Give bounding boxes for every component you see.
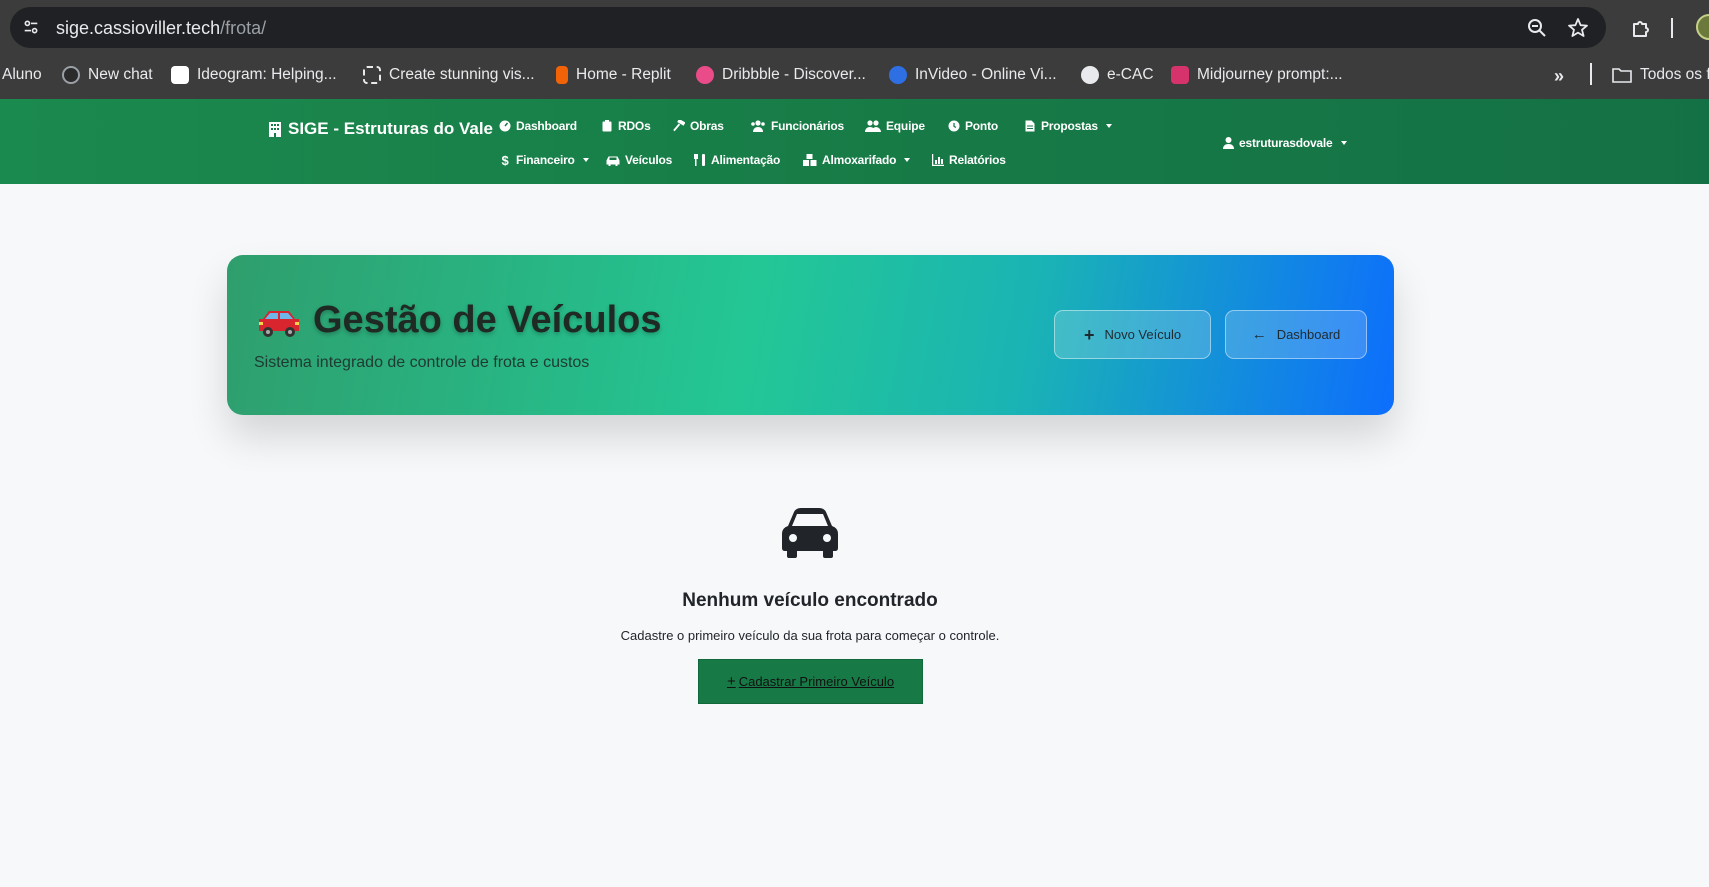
nav-propostas[interactable]: Propostas — [1024, 119, 1112, 133]
midjourney-icon — [1171, 66, 1189, 84]
file-icon — [1024, 120, 1036, 132]
car-icon — [606, 154, 620, 166]
new-vehicle-button[interactable]: + Novo Veículo — [1054, 310, 1211, 359]
nav-veiculos[interactable]: Veículos — [606, 153, 672, 167]
car-icon — [782, 508, 838, 558]
openai-icon — [62, 66, 80, 84]
clock-icon — [948, 120, 960, 132]
frame-icon — [363, 66, 381, 84]
app-navbar: SIGE - Estruturas do Vale Dashboard RDOs… — [0, 99, 1709, 184]
nav-alimentacao[interactable]: Alimentação — [694, 153, 780, 167]
clipboard-icon — [601, 120, 613, 132]
address-bar[interactable]: sige.cassioviller.tech/frota/ — [10, 7, 1606, 48]
invideo-icon — [889, 66, 907, 84]
page-title-text: Gestão de Veículos — [313, 299, 662, 341]
red-car-icon — [257, 306, 299, 337]
ideogram-icon — [171, 66, 189, 84]
replit-icon — [556, 66, 568, 84]
more-bookmarks-icon[interactable]: » — [1554, 66, 1564, 87]
plus-icon: + — [726, 673, 736, 690]
bookmark-item[interactable]: Aluno — [2, 64, 42, 86]
all-bookmarks-folder[interactable]: Todos os f — [1612, 64, 1709, 86]
bookmark-star-icon[interactable] — [1567, 17, 1589, 39]
chart-icon — [932, 154, 944, 166]
bookmark-item[interactable]: Create stunning vis... — [363, 64, 535, 86]
nav-financeiro[interactable]: $ Financeiro — [499, 152, 589, 168]
bookmark-item[interactable]: Ideogram: Helping... — [171, 64, 337, 86]
bookmark-item[interactable]: Dribbble - Discover... — [696, 64, 866, 86]
page-header-card: Gestão de Veículos Sistema integrado de … — [227, 255, 1394, 415]
chevron-down-icon — [1105, 124, 1112, 128]
site-settings-icon[interactable] — [22, 18, 40, 36]
boxes-icon — [803, 154, 817, 166]
nav-dashboard[interactable]: Dashboard — [499, 119, 577, 133]
users-icon — [750, 120, 766, 132]
url-text[interactable]: sige.cassioviller.tech/frota/ — [56, 18, 266, 39]
bookmarks-bar: Aluno New chat Ideogram: Helping... Crea… — [0, 56, 1709, 92]
chevron-down-icon — [904, 158, 911, 162]
nav-rdos[interactable]: RDOs — [601, 119, 651, 133]
utensils-icon — [694, 154, 706, 166]
bookmark-item[interactable]: Home - Replit — [556, 64, 671, 86]
gauge-icon — [499, 120, 511, 132]
bookmarks-divider — [1590, 63, 1592, 85]
back-dashboard-button[interactable]: ← Dashboard — [1225, 310, 1367, 359]
chevron-down-icon — [582, 158, 589, 162]
hammer-icon — [673, 120, 685, 132]
empty-state-text: Cadastre o primeiro veículo da sua frota… — [620, 628, 1000, 643]
user-group-icon — [865, 120, 881, 132]
brand-name: SIGE - Estruturas do Vale — [288, 119, 494, 138]
bookmark-item[interactable]: e-CAC — [1081, 64, 1154, 86]
bookmark-item[interactable]: New chat — [62, 64, 153, 86]
user-menu[interactable]: estruturasdovale — [1222, 136, 1347, 150]
arrow-left-icon: ← — [1251, 326, 1267, 343]
register-first-vehicle-button[interactable]: + Cadastrar Primeiro Veículo — [698, 659, 923, 704]
url-host: sige.cassioviller.tech — [56, 18, 221, 38]
profile-avatar[interactable] — [1696, 14, 1709, 40]
nav-relatorios[interactable]: Relatórios — [932, 153, 1006, 167]
dribbble-icon — [696, 66, 714, 84]
toolbar-divider — [1671, 18, 1673, 38]
chevron-down-icon — [1340, 141, 1347, 145]
nav-obras[interactable]: Obras — [673, 119, 724, 133]
plus-icon: + — [1083, 324, 1095, 345]
building-icon — [269, 121, 281, 137]
extensions-icon[interactable] — [1630, 16, 1654, 40]
dollar-icon: $ — [501, 152, 509, 168]
url-path: /frota/ — [220, 18, 267, 38]
folder-icon — [1612, 68, 1632, 83]
zoom-icon[interactable] — [1526, 17, 1548, 39]
nav-almoxarifado[interactable]: Almoxarifado — [803, 153, 911, 167]
nav-funcionarios[interactable]: Funcionários — [750, 119, 844, 133]
globe-icon — [1081, 66, 1099, 84]
brand[interactable]: SIGE - Estruturas do Vale — [268, 119, 493, 139]
nav-ponto[interactable]: Ponto — [948, 119, 998, 133]
nav-equipe[interactable]: Equipe — [865, 119, 925, 133]
user-icon — [1222, 137, 1234, 149]
browser-chrome: sige.cassioviller.tech/frota/ Aluno New … — [0, 0, 1709, 99]
page-title: Gestão de Veículos — [257, 299, 661, 342]
empty-state-title: Nenhum veículo encontrado — [682, 590, 938, 611]
bookmark-item[interactable]: InVideo - Online Vi... — [889, 64, 1057, 86]
page-subtitle: Sistema integrado de controle de frota e… — [254, 354, 590, 371]
bookmark-item[interactable]: Midjourney prompt:... — [1171, 64, 1343, 86]
